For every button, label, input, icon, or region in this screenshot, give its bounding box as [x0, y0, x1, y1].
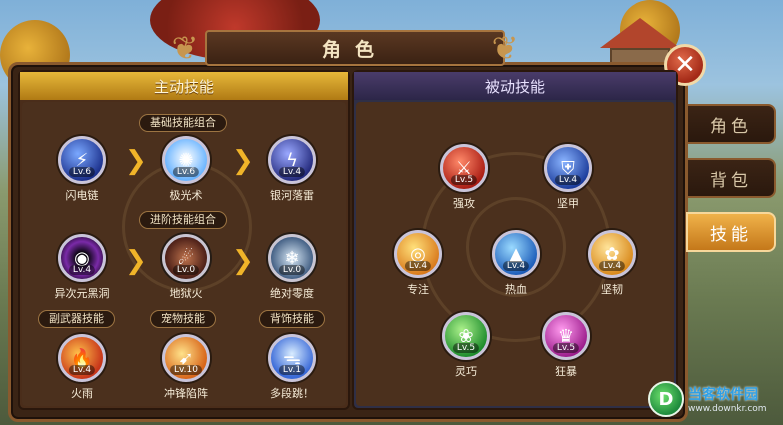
tab-label: 技能 — [710, 224, 752, 245]
watermark-text: 当客软件园 www.downkr.com — [688, 384, 767, 414]
skill-name: 极光术 — [169, 189, 203, 202]
skill-berserk[interactable]: ♛ Lv.5 狂暴 — [536, 312, 596, 379]
watermark-logo-icon: D — [648, 381, 684, 417]
berserk-icon: ♛ Lv.5 — [542, 312, 590, 360]
skill-hot-blood[interactable]: ▲ Lv.4 热血 — [486, 230, 546, 297]
skill-aurora[interactable]: ✺ Lv.6 极光术 — [156, 136, 216, 203]
skill-level: Lv.4 — [598, 261, 626, 271]
skill-level: Lv.4 — [502, 261, 530, 271]
hellfire-icon: ☄ Lv.0 — [162, 234, 210, 282]
passive-skills-section: 被动技能 ⚔ Lv.5 强攻 ⛨ Lv.4 坚甲 ◎ Lv.4 专注 ▲ Lv.4 热血… — [352, 70, 678, 410]
watermark-url: www.downkr.com — [688, 404, 767, 414]
fire-rain-icon: 🔥 Lv.4 — [58, 334, 106, 382]
skill-strong-attack[interactable]: ⚔ Lv.5 强攻 — [434, 144, 494, 211]
skill-level: Lv.4 — [278, 167, 306, 177]
skill-level: Lv.5 — [452, 343, 480, 353]
skill-focus[interactable]: ◎ Lv.4 专注 — [388, 230, 448, 297]
skill-level: Lv.5 — [552, 343, 580, 353]
charge-icon: ➹ Lv.10 — [162, 334, 210, 382]
active-skills-header[interactable]: 主动技能 — [20, 72, 348, 100]
skill-charge[interactable]: ➹ Lv.10 冲锋陷阵 — [156, 334, 216, 401]
skill-level: Lv.4 — [554, 175, 582, 185]
skill-level: Lv.5 — [450, 175, 478, 185]
skill-name: 坚韧 — [601, 283, 623, 296]
skill-name: 火雨 — [71, 387, 93, 400]
skill-level: Lv.4 — [68, 365, 96, 375]
skill-galaxy-thunder[interactable]: ϟ Lv.4 银河落雷 — [262, 136, 322, 203]
lightning-chain-icon: ⚡ Lv.6 — [58, 136, 106, 184]
droplet-icon: ▲ Lv.4 — [492, 230, 540, 278]
skill-name: 热血 — [505, 283, 527, 296]
chevron-right-icon: ❯ — [125, 246, 147, 276]
panel-title-text: 角色 — [321, 38, 388, 61]
skill-level: Lv.6 — [172, 167, 200, 177]
skill-armor[interactable]: ⛨ Lv.4 坚甲 — [538, 144, 598, 211]
skill-name: 灵巧 — [455, 365, 477, 378]
skill-black-hole[interactable]: ◉ Lv.4 异次元黑洞 — [52, 234, 112, 301]
skill-name: 闪电链 — [65, 189, 99, 202]
active-skills-section: 主动技能 基础技能组合 ⚡ Lv.6 闪电链 ❯ ✺ Lv.6 极光术 ❯ ϟ Lv.… — [18, 70, 350, 410]
skill-name: 绝对零度 — [270, 287, 314, 300]
skill-level: Lv.1 — [278, 365, 306, 375]
passive-skills-header[interactable]: 被动技能 — [354, 72, 676, 100]
target-icon: ◎ Lv.4 — [394, 230, 442, 278]
group-label-advanced: 进阶技能组合 — [139, 211, 227, 229]
tab-inventory[interactable]: 背包 — [686, 158, 776, 198]
agility-icon: ❀ Lv.5 — [442, 312, 490, 360]
aurora-icon: ✺ Lv.6 — [162, 136, 210, 184]
black-hole-icon: ◉ Lv.4 — [58, 234, 106, 282]
skill-name: 银河落雷 — [270, 189, 314, 202]
passive-skills-label: 被动技能 — [484, 77, 545, 96]
skill-level: Lv.6 — [68, 167, 96, 177]
skill-name: 狂暴 — [555, 365, 577, 378]
skill-level: Lv.0 — [278, 265, 306, 275]
skill-name: 冲锋陷阵 — [164, 387, 208, 400]
chevron-right-icon: ❯ — [125, 146, 147, 176]
skill-wing-jump[interactable]: ᯓ Lv.1 多段跳！ — [262, 334, 322, 401]
tab-skills[interactable]: 技能 — [686, 212, 776, 252]
group-label-subweapon: 副武器技能 — [38, 310, 115, 328]
group-label-back-accessory: 背饰技能 — [259, 310, 325, 328]
skill-hellfire[interactable]: ☄ Lv.0 地狱火 — [156, 234, 216, 301]
skill-agility[interactable]: ❀ Lv.5 灵巧 — [436, 312, 496, 379]
skill-name: 异次元黑洞 — [54, 287, 110, 300]
skill-fire-rain[interactable]: 🔥 Lv.4 火雨 — [52, 334, 112, 401]
watermark-title: 当客软件园 — [688, 387, 758, 403]
skill-tenacity[interactable]: ✿ Lv.4 坚韧 — [582, 230, 642, 297]
skill-name: 专注 — [407, 283, 429, 296]
tenacity-icon: ✿ Lv.4 — [588, 230, 636, 278]
chevron-right-icon: ❯ — [232, 246, 254, 276]
tab-label: 背包 — [710, 170, 752, 191]
title-wing-left-icon: ❦ — [171, 29, 199, 67]
skill-level: Lv.0 — [172, 265, 200, 275]
skill-name: 强攻 — [453, 197, 475, 210]
sword-icon: ⚔ Lv.5 — [440, 144, 488, 192]
skill-lightning-chain[interactable]: ⚡ Lv.6 闪电链 — [52, 136, 112, 203]
skill-absolute-zero[interactable]: ❄ Lv.0 绝对零度 — [262, 234, 322, 301]
skill-name: 坚甲 — [557, 197, 579, 210]
active-skills-body: 基础技能组合 ⚡ Lv.6 闪电链 ❯ ✺ Lv.6 极光术 ❯ ϟ Lv.4 银河落… — [22, 102, 346, 406]
skill-name: 地狱火 — [169, 287, 203, 300]
skill-level: Lv.4 — [68, 265, 96, 275]
group-label-pet: 宠物技能 — [150, 310, 216, 328]
tab-label: 角色 — [710, 116, 752, 137]
galaxy-thunder-icon: ϟ Lv.4 — [268, 136, 316, 184]
background-roof — [600, 18, 680, 48]
title-wing-right-icon: ❦ — [491, 29, 519, 67]
skill-level: Lv.4 — [404, 261, 432, 271]
chevron-right-icon: ❯ — [232, 146, 254, 176]
shield-icon: ⛨ Lv.4 — [544, 144, 592, 192]
skill-name: 多段跳！ — [270, 387, 314, 400]
group-label-basic: 基础技能组合 — [139, 114, 227, 132]
absolute-zero-icon: ❄ Lv.0 — [268, 234, 316, 282]
skill-level: Lv.10 — [170, 365, 202, 375]
panel-title: 角色 — [205, 30, 505, 66]
tab-character[interactable]: 角色 — [686, 104, 776, 144]
active-skills-label: 主动技能 — [153, 77, 214, 96]
watermark: D 当客软件园 www.downkr.com — [648, 376, 782, 422]
passive-skills-body: ⚔ Lv.5 强攻 ⛨ Lv.4 坚甲 ◎ Lv.4 专注 ▲ Lv.4 热血 ✿ Lv.… — [356, 102, 674, 406]
wing-jump-icon: ᯓ Lv.1 — [268, 334, 316, 382]
